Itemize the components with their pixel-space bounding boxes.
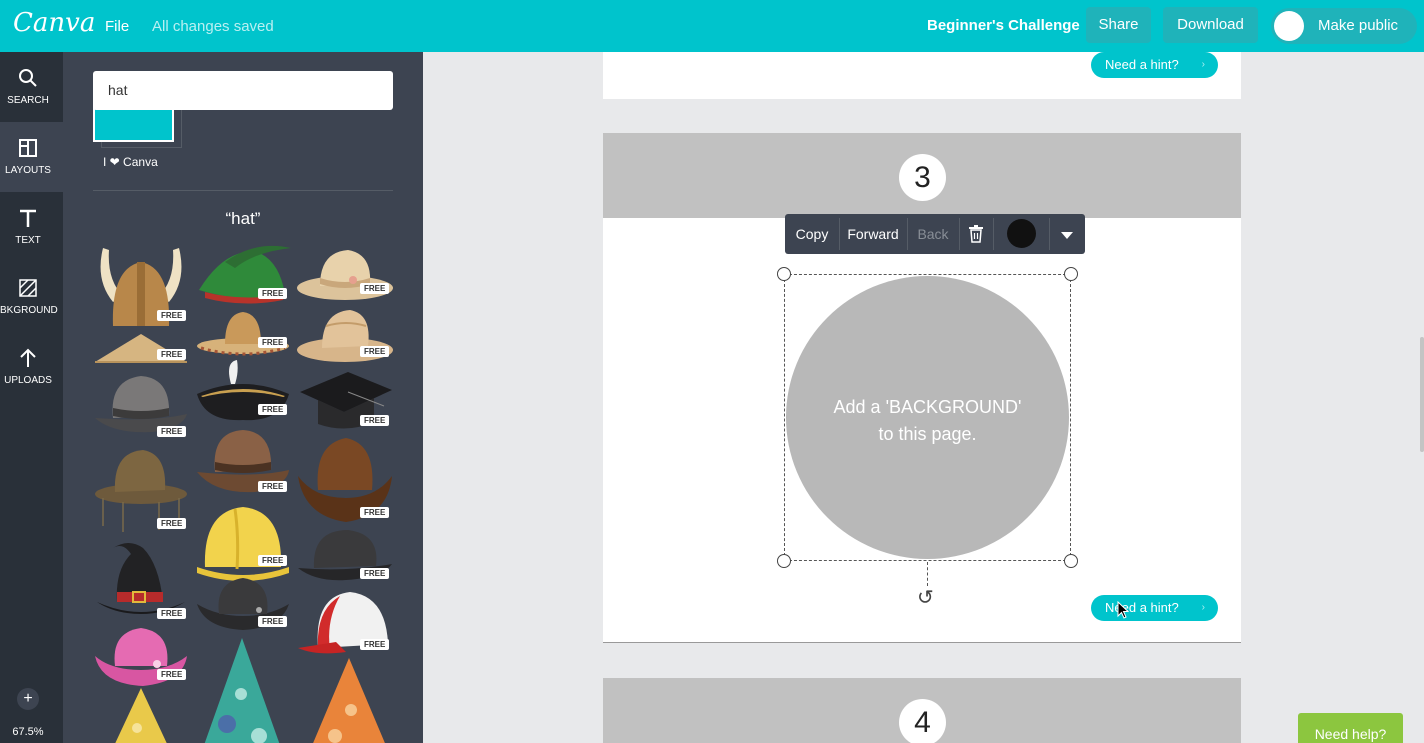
mouse-cursor-icon xyxy=(1117,601,1129,619)
forward-button[interactable]: Forward xyxy=(839,214,907,254)
free-badge: FREE xyxy=(258,337,288,348)
more-options-button[interactable] xyxy=(1049,214,1085,254)
zoom-in-button[interactable]: + xyxy=(17,688,39,710)
rail-item-background[interactable]: BKGROUND xyxy=(0,262,63,332)
layouts-icon xyxy=(19,139,37,157)
design-canvas: Need a hint? › 3 Copy Forward Back Add a xyxy=(423,52,1424,743)
search-input[interactable]: hat xyxy=(93,71,393,110)
rotate-icon[interactable]: ↺ xyxy=(917,585,934,610)
free-badge: FREE xyxy=(157,669,187,680)
rail-item-layouts[interactable]: LAYOUTS xyxy=(0,122,63,192)
need-hint-button[interactable]: Need a hint? › xyxy=(1091,595,1218,621)
save-status: All changes saved xyxy=(152,18,274,35)
party-hat-yellow-image[interactable] xyxy=(113,688,169,743)
free-badge: FREE xyxy=(157,349,187,360)
rail-label: SEARCH xyxy=(7,95,49,106)
rail-item-search[interactable]: SEARCH xyxy=(0,52,63,122)
canva-logo[interactable]: Canva xyxy=(13,8,95,38)
free-badge: FREE xyxy=(258,616,288,627)
search-icon xyxy=(19,69,37,87)
caret-down-icon xyxy=(1061,232,1073,239)
hint-label: Need a hint? xyxy=(1105,57,1179,72)
free-badge: FREE xyxy=(360,346,390,357)
rail-label: TEXT xyxy=(15,235,41,246)
text-icon xyxy=(20,209,36,227)
conical-hat-image[interactable] xyxy=(93,330,189,366)
make-public-toggle[interactable]: Make public xyxy=(1271,8,1417,44)
scrollbar-thumb[interactable] xyxy=(1420,337,1424,452)
rail-label: LAYOUTS xyxy=(5,165,51,176)
element-toolbar: Copy Forward Back xyxy=(785,214,1085,254)
trash-icon xyxy=(969,225,983,243)
rail-label: BKGROUND xyxy=(0,305,58,316)
free-badge: FREE xyxy=(157,518,187,529)
delete-button[interactable] xyxy=(959,214,993,254)
sombrero-image[interactable] xyxy=(195,308,291,356)
search-panel: hat I ❤ Canva “hat” FREE FREE FREE FREE … xyxy=(63,52,423,743)
results-heading: “hat” xyxy=(225,209,261,228)
file-menu[interactable]: File xyxy=(105,18,129,35)
heart-canva-label: I ❤ Canva xyxy=(103,155,158,169)
left-rail: SEARCH LAYOUTS TEXT BKGROUND UPLOADS + 6… xyxy=(0,52,63,743)
chevron-right-icon: › xyxy=(1201,59,1205,70)
page-number-3: 3 xyxy=(899,154,946,201)
free-badge: FREE xyxy=(258,288,288,299)
party-hat-teal-image[interactable] xyxy=(203,638,281,743)
download-button[interactable]: Download xyxy=(1163,7,1258,43)
need-hint-button[interactable]: Need a hint? › xyxy=(1091,52,1218,78)
free-badge: FREE xyxy=(258,481,288,492)
chevron-right-icon: › xyxy=(1201,602,1205,613)
background-icon xyxy=(19,279,37,297)
rail-item-uploads[interactable]: UPLOADS xyxy=(0,332,63,402)
free-badge: FREE xyxy=(157,310,187,321)
free-badge: FREE xyxy=(360,415,390,426)
page-number-4: 4 xyxy=(899,699,946,743)
resize-handle-bottom-left[interactable] xyxy=(777,554,791,568)
rail-label: UPLOADS xyxy=(4,375,52,386)
share-button[interactable]: Share xyxy=(1086,7,1151,43)
zoom-level: 67.5% xyxy=(12,726,44,738)
free-badge: FREE xyxy=(360,507,390,518)
need-help-button[interactable]: Need help? xyxy=(1298,713,1403,743)
resize-handle-top-left[interactable] xyxy=(777,267,791,281)
hard-hat-image[interactable] xyxy=(195,503,291,587)
resize-handle-bottom-right[interactable] xyxy=(1064,554,1078,568)
upload-icon xyxy=(20,348,36,367)
top-bar: Canva File All changes saved Beginner's … xyxy=(0,0,1424,52)
party-hat-orange-image[interactable] xyxy=(311,658,387,743)
document-title[interactable]: Beginner's Challenge xyxy=(927,17,1080,34)
free-badge: FREE xyxy=(258,555,288,566)
rail-item-text[interactable]: TEXT xyxy=(0,192,63,262)
free-badge: FREE xyxy=(360,283,390,294)
color-picker-button[interactable] xyxy=(993,214,1049,254)
selection-box xyxy=(784,274,1071,561)
free-badge: FREE xyxy=(360,568,390,579)
copy-button[interactable]: Copy xyxy=(785,214,839,254)
color-swatch xyxy=(1006,219,1036,248)
divider xyxy=(93,190,393,191)
make-public-label: Make public xyxy=(1318,17,1399,34)
free-badge: FREE xyxy=(157,426,187,437)
free-badge: FREE xyxy=(258,404,288,415)
free-badge: FREE xyxy=(157,608,187,619)
rotate-connector xyxy=(927,562,928,586)
toggle-knob xyxy=(1274,11,1304,41)
free-badge: FREE xyxy=(360,639,390,650)
back-button[interactable]: Back xyxy=(907,214,959,254)
resize-handle-top-right[interactable] xyxy=(1064,267,1078,281)
